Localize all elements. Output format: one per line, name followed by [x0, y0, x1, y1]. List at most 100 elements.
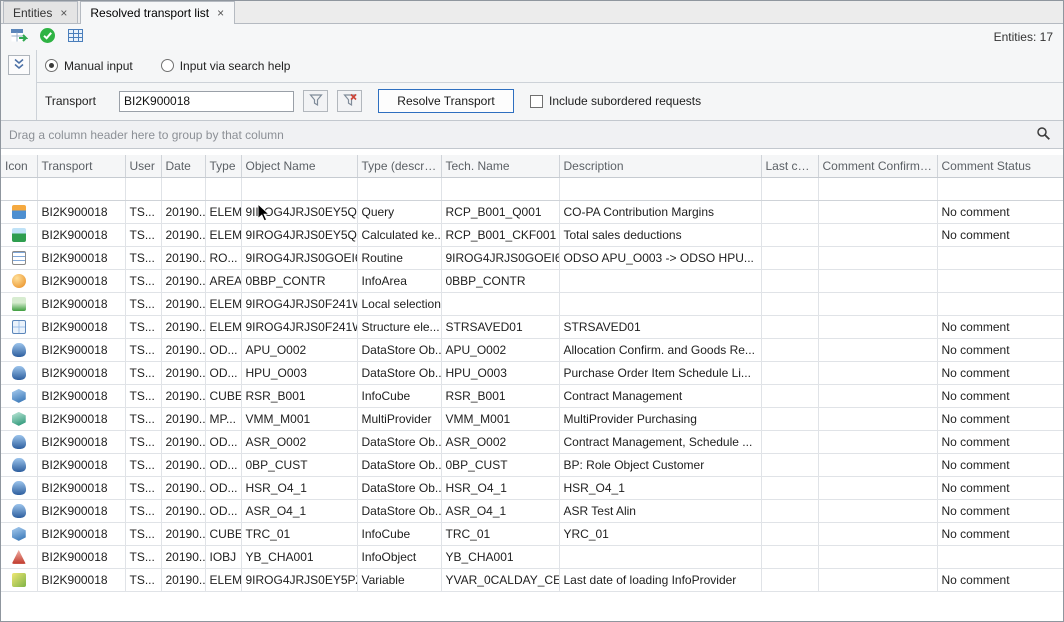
- cell-transport[interactable]: BI2K900018: [37, 476, 125, 499]
- cell-type[interactable]: CUBE: [205, 522, 241, 545]
- column-header-last-comment[interactable]: Last commenti...: [761, 155, 818, 177]
- cell-description[interactable]: BP: Role Object Customer: [559, 453, 761, 476]
- radio-manual-input[interactable]: Manual input: [45, 59, 133, 73]
- table-row[interactable]: BI2K900018TS...20190...CUBERSR_B001InfoC…: [1, 384, 1064, 407]
- cell-comment-status[interactable]: [937, 246, 1064, 269]
- cell-comment-status[interactable]: [937, 269, 1064, 292]
- cell-comment-status[interactable]: No comment: [937, 200, 1064, 223]
- cell-transport[interactable]: BI2K900018: [37, 407, 125, 430]
- cell-type[interactable]: ELEM: [205, 568, 241, 591]
- cell-icon[interactable]: [1, 292, 37, 315]
- cell-user[interactable]: TS...: [125, 499, 161, 522]
- cell-icon[interactable]: [1, 453, 37, 476]
- cell-tech-name[interactable]: ASR_O4_1: [441, 499, 559, 522]
- cell-type[interactable]: ELEM: [205, 200, 241, 223]
- cell-object-name[interactable]: HPU_O003: [241, 361, 357, 384]
- cell-tech-name[interactable]: 0BBP_CONTR: [441, 269, 559, 292]
- cell-type[interactable]: ELEM: [205, 292, 241, 315]
- cell-object-name[interactable]: 9IROG4JRJS0EY5Q3...: [241, 223, 357, 246]
- cell-last-comment[interactable]: [761, 269, 818, 292]
- clear-filter-button[interactable]: [337, 90, 362, 112]
- cell-tech-name[interactable]: YVAR_0CALDAY_CE...: [441, 568, 559, 591]
- collapse-panel-button[interactable]: [8, 55, 30, 75]
- cell-comment-confirmation[interactable]: [818, 223, 937, 246]
- cell-type-desc[interactable]: DataStore Ob...: [357, 499, 441, 522]
- cell-type[interactable]: MP...: [205, 407, 241, 430]
- cell-comment-confirmation[interactable]: [818, 545, 937, 568]
- cell-tech-name[interactable]: RSR_B001: [441, 384, 559, 407]
- cell-comment-confirmation[interactable]: [818, 269, 937, 292]
- cell-comment-status[interactable]: No comment: [937, 223, 1064, 246]
- cell-icon[interactable]: [1, 269, 37, 292]
- cell-type-desc[interactable]: MultiProvider: [357, 407, 441, 430]
- cell-type[interactable]: AREA: [205, 269, 241, 292]
- column-header-icon[interactable]: Icon: [1, 155, 37, 177]
- cell-description[interactable]: ODSO APU_O003 -> ODSO HPU...: [559, 246, 761, 269]
- cell-object-name[interactable]: VMM_M001: [241, 407, 357, 430]
- cell-comment-status[interactable]: No comment: [937, 522, 1064, 545]
- cell-icon[interactable]: [1, 430, 37, 453]
- radio-input-via-search-help[interactable]: Input via search help: [161, 59, 291, 73]
- cell-type[interactable]: RO...: [205, 246, 241, 269]
- cell-tech-name[interactable]: STRSAVED01: [441, 315, 559, 338]
- cell-description[interactable]: MultiProvider Purchasing: [559, 407, 761, 430]
- cell-transport[interactable]: BI2K900018: [37, 453, 125, 476]
- cell-icon[interactable]: [1, 223, 37, 246]
- cell-icon[interactable]: [1, 384, 37, 407]
- cell-description[interactable]: Purchase Order Item Schedule Li...: [559, 361, 761, 384]
- cell-tech-name[interactable]: RCP_B001_CKF001: [441, 223, 559, 246]
- cell-object-name[interactable]: 9IROG4JRJS0EY5Q3...: [241, 200, 357, 223]
- column-header-date[interactable]: Date: [161, 155, 205, 177]
- cell-comment-confirmation[interactable]: [818, 200, 937, 223]
- cell-comment-confirmation[interactable]: [818, 338, 937, 361]
- close-tab-icon[interactable]: ×: [59, 7, 68, 19]
- cell-type[interactable]: OD...: [205, 499, 241, 522]
- column-header-tech-name[interactable]: Tech. Name: [441, 155, 559, 177]
- filter-cell[interactable]: [559, 177, 761, 200]
- cell-object-name[interactable]: YB_CHA001: [241, 545, 357, 568]
- cell-last-comment[interactable]: [761, 499, 818, 522]
- cell-last-comment[interactable]: [761, 522, 818, 545]
- cell-last-comment[interactable]: [761, 292, 818, 315]
- cell-type-desc[interactable]: Routine: [357, 246, 441, 269]
- cell-transport[interactable]: BI2K900018: [37, 545, 125, 568]
- cell-tech-name[interactable]: [441, 292, 559, 315]
- cell-type-desc[interactable]: Query: [357, 200, 441, 223]
- cell-user[interactable]: TS...: [125, 430, 161, 453]
- cell-object-name[interactable]: 0BP_CUST: [241, 453, 357, 476]
- cell-type-desc[interactable]: InfoObject: [357, 545, 441, 568]
- cell-user[interactable]: TS...: [125, 522, 161, 545]
- cell-comment-status[interactable]: No comment: [937, 476, 1064, 499]
- table-row[interactable]: BI2K900018TS...20190...MP...VMM_M001Mult…: [1, 407, 1064, 430]
- cell-last-comment[interactable]: [761, 407, 818, 430]
- cell-transport[interactable]: BI2K900018: [37, 315, 125, 338]
- cell-transport[interactable]: BI2K900018: [37, 269, 125, 292]
- cell-type[interactable]: OD...: [205, 430, 241, 453]
- cell-type-desc[interactable]: Local selection: [357, 292, 441, 315]
- table-row[interactable]: BI2K900018TS...20190...ELEM9IROG4JRJS0EY…: [1, 223, 1064, 246]
- cell-user[interactable]: TS...: [125, 476, 161, 499]
- cell-object-name[interactable]: 9IROG4JRJS0GOEI6...: [241, 246, 357, 269]
- cell-description[interactable]: YRC_01: [559, 522, 761, 545]
- cell-last-comment[interactable]: [761, 200, 818, 223]
- cell-tech-name[interactable]: YB_CHA001: [441, 545, 559, 568]
- table-row[interactable]: BI2K900018TS...20190...OD...HPU_O003Data…: [1, 361, 1064, 384]
- cell-date[interactable]: 20190...: [161, 315, 205, 338]
- cell-transport[interactable]: BI2K900018: [37, 568, 125, 591]
- table-row[interactable]: BI2K900018TS...20190...OD...0BP_CUSTData…: [1, 453, 1064, 476]
- cell-date[interactable]: 20190...: [161, 338, 205, 361]
- cell-user[interactable]: TS...: [125, 292, 161, 315]
- cell-user[interactable]: TS...: [125, 269, 161, 292]
- cell-last-comment[interactable]: [761, 338, 818, 361]
- cell-last-comment[interactable]: [761, 545, 818, 568]
- cell-tech-name[interactable]: RCP_B001_Q001: [441, 200, 559, 223]
- table-row[interactable]: BI2K900018TS...20190...OD...ASR_O002Data…: [1, 430, 1064, 453]
- cell-user[interactable]: TS...: [125, 223, 161, 246]
- cell-icon[interactable]: [1, 246, 37, 269]
- cell-description[interactable]: [559, 545, 761, 568]
- cell-type-desc[interactable]: DataStore Ob...: [357, 476, 441, 499]
- table-row[interactable]: BI2K900018TS...20190...OD...HSR_O4_1Data…: [1, 476, 1064, 499]
- cell-type-desc[interactable]: Calculated ke...: [357, 223, 441, 246]
- cell-comment-confirmation[interactable]: [818, 568, 937, 591]
- cell-user[interactable]: TS...: [125, 453, 161, 476]
